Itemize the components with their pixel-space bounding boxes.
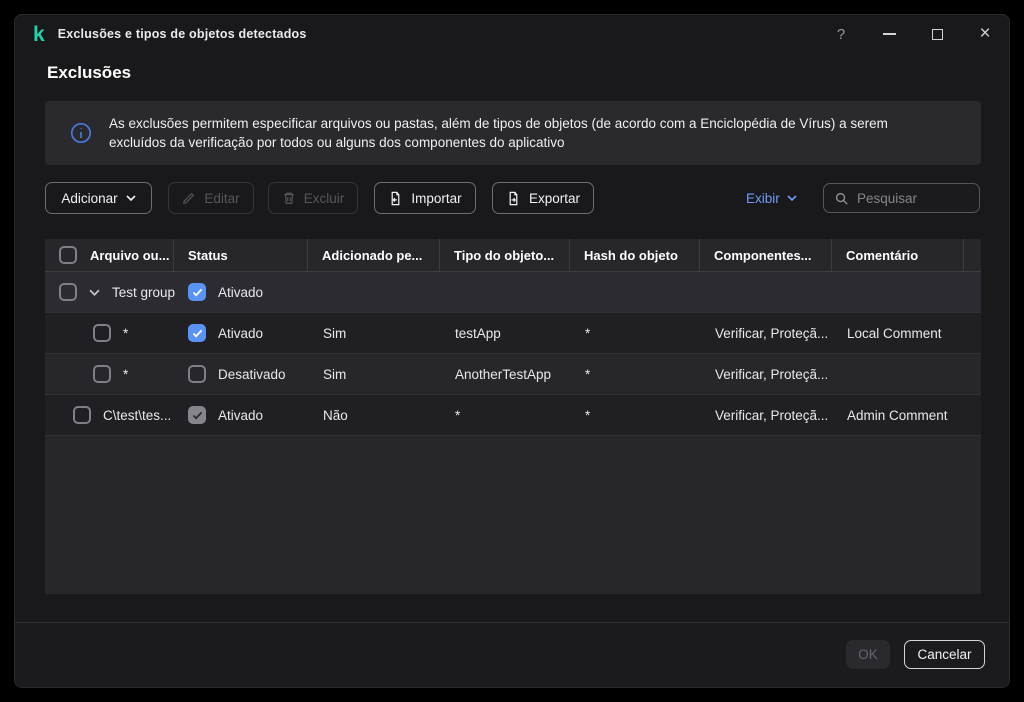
table-row[interactable]: * Ativado Sim testApp * Verificar, Prote…	[45, 313, 981, 354]
status-label: Ativado	[218, 407, 264, 423]
export-icon	[509, 191, 518, 205]
row-checkbox[interactable]	[73, 406, 91, 424]
group-cell: Test group	[45, 283, 176, 301]
import-button-label: Importar	[411, 190, 462, 206]
status-cell: Desativado	[173, 365, 307, 383]
window-controls: ? ×	[817, 15, 1009, 53]
view-dropdown-label: Exibir	[746, 190, 780, 206]
delete-button[interactable]: Excluir	[268, 182, 358, 214]
info-banner: As exclusões permitem especificar arquiv…	[45, 101, 981, 165]
status-checkbox[interactable]	[188, 406, 206, 424]
add-button-label: Adicionar	[61, 190, 118, 206]
chevron-down-icon	[126, 195, 136, 201]
trash-icon	[283, 192, 294, 204]
added-by-cell: Sim	[323, 325, 347, 341]
kaspersky-logo-icon: k	[33, 22, 45, 46]
pencil-icon	[183, 192, 195, 204]
file-value: *	[123, 325, 129, 341]
header-added-by: Adicionado pe...	[307, 239, 439, 271]
info-text: As exclusões permitem especificar arquiv…	[109, 116, 888, 150]
header-comment: Comentário	[831, 239, 963, 271]
status-label: Desativado	[218, 366, 286, 382]
object-type-cell: *	[455, 407, 461, 423]
screen: k Exclusões e tipos de objetos detectado…	[0, 0, 1024, 702]
info-icon	[70, 122, 92, 144]
object-type-cell: testApp	[455, 325, 501, 341]
export-button-label: Exportar	[528, 190, 581, 206]
hash-cell: *	[585, 407, 591, 423]
header-object-type: Tipo do objeto...	[439, 239, 569, 271]
row-checkbox[interactable]	[59, 283, 77, 301]
header-status: Status	[173, 239, 307, 271]
search-box	[823, 183, 980, 213]
components-cell: Verificar, Proteçã...	[715, 325, 829, 341]
components-cell: Verificar, Proteçã...	[715, 407, 829, 423]
row-checkbox[interactable]	[93, 324, 111, 342]
status-cell: Ativado	[173, 406, 307, 424]
window-title: Exclusões e tipos de objetos detectados	[57, 27, 307, 41]
status-checkbox[interactable]	[188, 324, 206, 342]
hash-cell: *	[585, 366, 591, 382]
row-checkbox[interactable]	[93, 365, 111, 383]
header-file: Arquivo ou...	[45, 239, 173, 271]
header-object-hash: Hash do objeto	[569, 239, 699, 271]
add-button[interactable]: Adicionar	[45, 182, 152, 214]
status-checkbox[interactable]	[188, 365, 206, 383]
header-spacer	[963, 239, 981, 271]
view-dropdown[interactable]: Exibir	[746, 182, 797, 214]
search-icon	[835, 192, 848, 205]
added-by-cell: Não	[323, 407, 348, 423]
chevron-down-icon[interactable]	[89, 289, 100, 296]
comment-cell: Local Comment	[847, 325, 942, 341]
export-button[interactable]: Exportar	[492, 182, 594, 214]
minimize-button[interactable]	[865, 15, 913, 53]
added-by-cell: Sim	[323, 366, 347, 382]
table-row[interactable]: C\test\tes... Ativado Não * * Verificar,…	[45, 395, 981, 436]
import-button[interactable]: Importar	[374, 182, 476, 214]
header-components: Componentes...	[699, 239, 831, 271]
chevron-down-icon	[787, 195, 797, 201]
status-cell: Ativado	[173, 283, 307, 301]
file-cell: *	[45, 365, 173, 383]
file-value: C\test\tes...	[103, 407, 172, 423]
file-value: *	[123, 366, 129, 382]
cancel-button[interactable]: Cancelar	[904, 640, 985, 669]
comment-cell: Admin Comment	[847, 407, 948, 423]
ok-button[interactable]: OK	[846, 640, 890, 669]
delete-button-label: Excluir	[303, 190, 345, 206]
table-header-row: Arquivo ou... Status Adicionado pe... Ti…	[45, 239, 981, 272]
page-title: Exclusões	[47, 63, 132, 82]
exclusions-table: Arquivo ou... Status Adicionado pe... Ti…	[45, 239, 981, 594]
table-row[interactable]: * Desativado Sim AnotherTestApp * Verifi…	[45, 354, 981, 395]
table-row-group[interactable]: Test group Ativado	[45, 272, 981, 313]
help-button[interactable]: ?	[817, 15, 865, 53]
group-name: Test group	[112, 284, 176, 300]
edit-button[interactable]: Editar	[168, 182, 254, 214]
components-cell: Verificar, Proteçã...	[715, 366, 829, 382]
maximize-icon	[931, 28, 943, 40]
file-cell: C\test\tes...	[45, 406, 173, 424]
edit-button-label: Editar	[204, 190, 240, 206]
header-file-label: Arquivo ou...	[90, 247, 170, 263]
footer: OK Cancelar	[15, 623, 1009, 687]
file-cell: *	[45, 324, 173, 342]
titlebar: k Exclusões e tipos de objetos detectado…	[15, 15, 1009, 53]
minimize-icon	[882, 33, 896, 35]
close-button[interactable]: ×	[961, 15, 1009, 53]
status-label: Ativado	[218, 284, 264, 300]
search-input[interactable]	[857, 190, 979, 206]
app-window: k Exclusões e tipos de objetos detectado…	[14, 14, 1010, 688]
maximize-button[interactable]	[913, 15, 961, 53]
status-label: Ativado	[218, 325, 264, 341]
import-icon	[391, 191, 400, 205]
hash-cell: *	[585, 325, 591, 341]
select-all-checkbox[interactable]	[59, 246, 77, 264]
status-checkbox[interactable]	[188, 283, 206, 301]
status-cell: Ativado	[173, 324, 307, 342]
object-type-cell: AnotherTestApp	[455, 366, 552, 382]
